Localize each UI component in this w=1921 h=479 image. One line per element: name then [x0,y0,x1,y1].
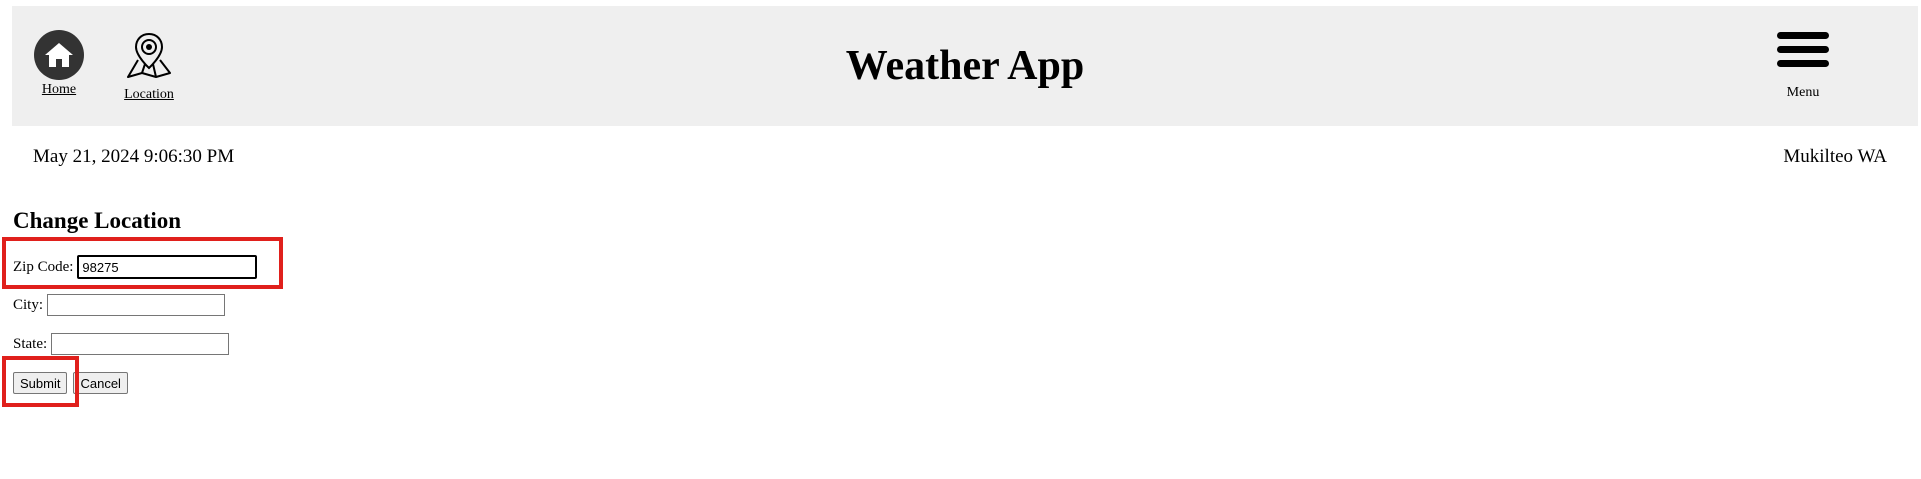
hamburger-menu-icon [1777,32,1829,39]
menu-button[interactable]: Menu [1768,32,1838,101]
submit-button[interactable]: Submit [13,372,68,394]
zip-code-input[interactable] [77,255,258,279]
cancel-button[interactable]: Cancel [73,372,128,394]
form-title: Change Location [13,208,182,233]
city-row: City: [13,294,226,316]
zip-row: Zip Code: [13,255,258,279]
page: Home Location Weather App Menu May 21, 2… [0,0,1921,479]
city-input[interactable] [47,294,226,316]
state-label: State: [13,335,48,352]
current-datetime: May 21, 2024 9:06:30 PM [33,146,235,167]
menu-label: Menu [1786,85,1820,100]
app-title: Weather App [845,43,1085,89]
hamburger-bar [1777,46,1829,53]
zip-label: Zip Code: [13,258,74,275]
city-label: City: [13,296,44,313]
state-row: State: [13,333,230,355]
state-input[interactable] [51,333,230,355]
current-location: Mukilteo WA [1783,146,1887,167]
form-buttons: Submit Cancel [13,372,134,394]
app-header: Home Location Weather App Menu [12,6,1918,126]
hamburger-bar [1777,60,1829,67]
